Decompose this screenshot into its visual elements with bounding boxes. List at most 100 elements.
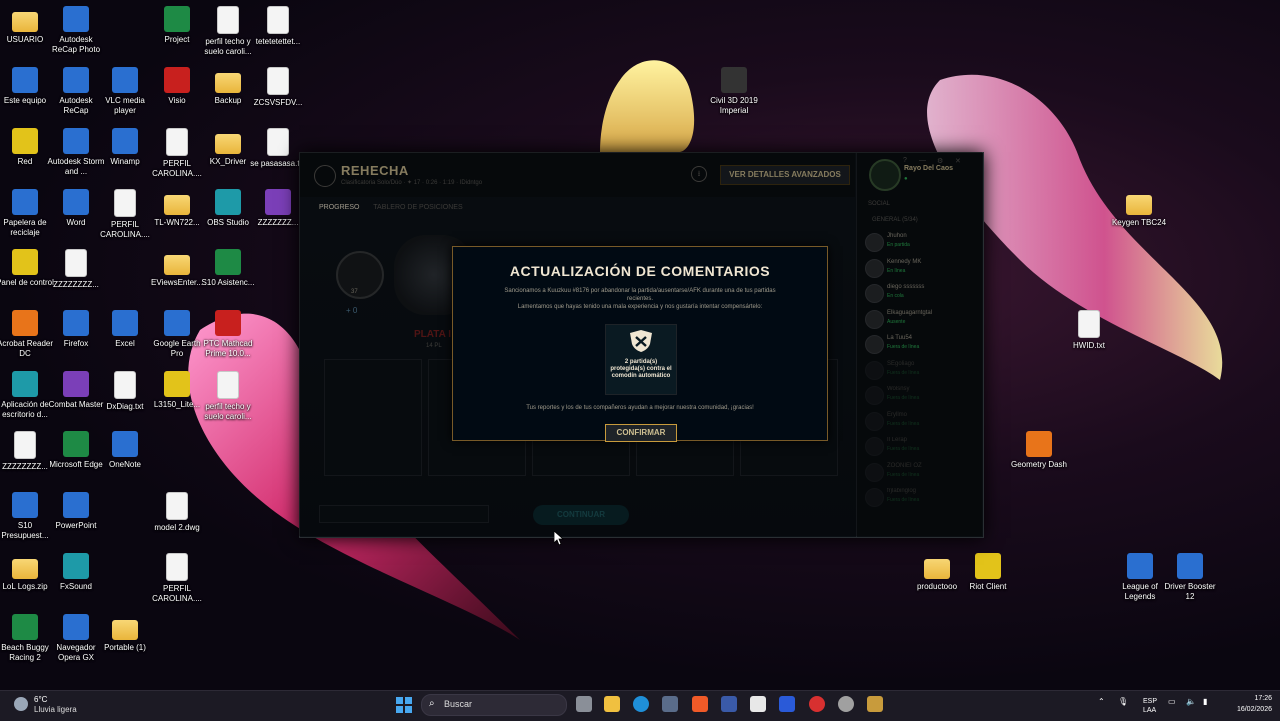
desktop-icon-label: S10 Asistenc... — [201, 278, 255, 287]
desktop-icon[interactable]: Winamp — [95, 128, 155, 167]
desktop-icon-label: PERFIL CAROLINA.... — [100, 220, 150, 239]
desktop-icon[interactable]: ZZZZZZZZ... — [46, 249, 106, 290]
folder-icon — [12, 559, 38, 579]
settings-gear-icon[interactable] — [838, 696, 854, 712]
app-icon — [112, 431, 138, 457]
app-icon — [63, 189, 89, 215]
desktop-icon[interactable]: Geometry Dash — [1009, 431, 1069, 470]
app-icon — [12, 492, 38, 518]
document-icon[interactable] — [750, 696, 766, 712]
desktop-icon-label: Civil 3D 2019 Imperial — [710, 96, 758, 115]
desktop-icon-label: perfil techo y suelo caroli... — [204, 402, 252, 421]
app-icon — [12, 371, 38, 397]
app-icon — [112, 67, 138, 93]
weather-temp: 6°C — [34, 695, 48, 704]
desktop-icon-label: model 2.dwg — [154, 523, 200, 532]
desktop-icon[interactable]: PTC Mathcad Prime 10.0... — [198, 310, 258, 359]
autocad-icon[interactable] — [779, 696, 795, 712]
app-icon — [12, 189, 38, 215]
desktop-icon[interactable]: Keygen TBC24 — [1109, 189, 1169, 228]
desktop-icon[interactable]: PERFIL CAROLINA.... — [95, 189, 155, 240]
file-icon — [217, 371, 239, 399]
desktop-icon-label: PERFIL CAROLINA.... — [152, 584, 202, 603]
language-indicator[interactable]: ESP LAA — [1143, 697, 1157, 715]
reward-card: 2 partida(s) protegida(s) contra el como… — [605, 324, 677, 395]
desktop-icon[interactable]: tetetetettet... — [248, 6, 308, 47]
thanks-text: Tus reportes y los de tus compañeros ayu… — [526, 405, 754, 411]
app-icon — [975, 553, 1001, 579]
desktop-icon-label: Riot Client — [969, 582, 1007, 591]
network-icon[interactable]: ▭ — [1168, 697, 1176, 706]
desktop-icon-label: Autodesk ReCap Photo — [51, 35, 101, 54]
desktop-icon[interactable]: DxDiag.txt — [95, 371, 155, 412]
app-icon — [215, 310, 241, 336]
store-icon[interactable] — [662, 696, 678, 712]
desktop-icon[interactable]: Civil 3D 2019 Imperial — [704, 67, 764, 116]
folder-icon — [112, 620, 138, 640]
desktop-icon-label: Excel — [115, 339, 135, 348]
app-icon — [112, 310, 138, 336]
desktop-icon[interactable]: VLC media player — [95, 67, 155, 116]
desktop-icon-label: PTC Mathcad Prime 10.0... — [203, 339, 253, 358]
app-icon — [12, 614, 38, 640]
desktop-icon-label: Geometry Dash — [1010, 460, 1068, 469]
folder-icon — [12, 12, 38, 32]
volume-icon[interactable]: 🔈 — [1186, 697, 1196, 706]
desktop-icon[interactable]: Excel — [95, 310, 155, 349]
desktop-icon-label: HWID.txt — [1073, 341, 1105, 350]
app-icon — [1127, 553, 1153, 579]
file-icon — [267, 6, 289, 34]
league-icon[interactable] — [867, 696, 883, 712]
clock-date: 16/02/2026 — [1236, 706, 1272, 713]
folder-icon — [215, 73, 241, 93]
file-icon — [114, 371, 136, 399]
reward-text: 2 partida(s) protegida(s) contra el como… — [610, 359, 672, 379]
desktop-icon-label: VLC media player — [105, 96, 145, 115]
battery-icon[interactable]: ▮ — [1203, 697, 1207, 706]
feedback-update-modal: ACTUALIZACIÓN DE COMENTARIOS Sancionamos… — [452, 246, 828, 442]
file-icon — [1078, 310, 1100, 338]
start-button[interactable] — [396, 697, 412, 713]
desktop-icon[interactable]: Autodesk ReCap Photo — [46, 6, 106, 55]
desktop-icon-label: Portable (1) — [104, 643, 146, 652]
task-view-icon[interactable] — [576, 696, 592, 712]
folder-icon — [164, 195, 190, 215]
app-icon — [63, 310, 89, 336]
edge-icon[interactable] — [633, 696, 649, 712]
desktop-icon[interactable]: model 2.dwg — [147, 492, 207, 533]
file-explorer-icon[interactable] — [604, 696, 620, 712]
app-icon — [63, 67, 89, 93]
desktop-icon[interactable]: ZCSVSFDV... — [248, 67, 308, 108]
desktop-icon[interactable]: PERFIL CAROLINA.... — [147, 553, 207, 604]
confirm-button[interactable]: CONFIRMAR — [605, 424, 677, 442]
file-icon — [267, 67, 289, 95]
brave-icon[interactable] — [692, 696, 708, 712]
desktop-icon[interactable]: Driver Booster 12 — [1160, 553, 1220, 602]
cloud-rain-icon — [14, 697, 28, 711]
desktop-icon[interactable]: FxSound — [46, 553, 106, 592]
desktop-icon[interactable]: Portable (1) — [95, 614, 155, 653]
desktop-icon[interactable]: perfil techo y suelo caroli... — [198, 371, 258, 422]
app-icon — [63, 128, 89, 154]
app-icon — [215, 249, 241, 275]
desktop-icon-label: Keygen TBC24 — [1111, 218, 1167, 227]
desktop-icon[interactable]: PowerPoint — [46, 492, 106, 531]
desktop-icon[interactable]: S10 Asistenc... — [198, 249, 258, 288]
app-icon — [164, 6, 190, 32]
opera-gx-icon[interactable] — [809, 696, 825, 712]
app-icon — [12, 249, 38, 275]
desktop-icon[interactable]: OneNote — [95, 431, 155, 470]
taskbar-clock[interactable]: 17:26 16/02/2026 — [1222, 693, 1272, 715]
search-icon: ⌕ — [429, 698, 435, 709]
microphone-icon[interactable]: 🎙 — [1118, 697, 1128, 706]
clock-time: 17:26 — [1254, 695, 1272, 702]
taskbar-search[interactable]: ⌕ Buscar — [421, 694, 567, 716]
app-icon — [215, 189, 241, 215]
folder-icon — [1126, 195, 1152, 215]
app-icon — [12, 128, 38, 154]
desktop-icon[interactable]: HWID.txt — [1059, 310, 1119, 351]
app-icon — [265, 189, 291, 215]
app-icon[interactable] — [721, 696, 737, 712]
chevron-up-icon[interactable]: ⌃ — [1098, 697, 1105, 706]
desktop-icon[interactable]: Riot Client — [958, 553, 1018, 592]
